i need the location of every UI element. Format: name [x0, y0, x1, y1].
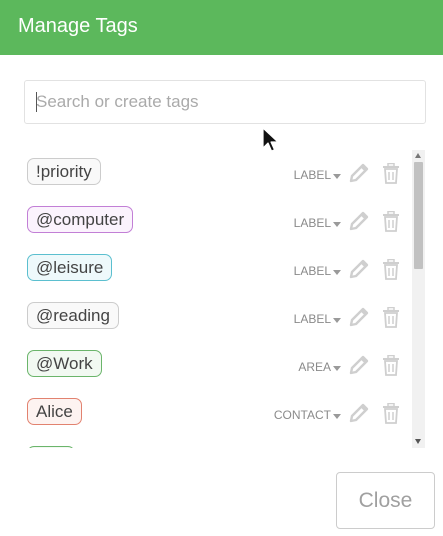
caret-down-icon[interactable]: [333, 222, 341, 227]
tag-row: Alice CONTACT: [24, 390, 412, 438]
tag-type-dropdown[interactable]: LABEL: [294, 312, 331, 326]
trash-icon[interactable]: [382, 211, 400, 232]
pencil-icon[interactable]: [349, 259, 369, 279]
close-button[interactable]: Close: [336, 472, 435, 529]
scroll-up-arrow-icon[interactable]: [415, 153, 421, 158]
tag-chip[interactable]: @Work: [27, 350, 102, 377]
trash-icon[interactable]: [382, 259, 400, 280]
tag-row: @leisure LABEL: [24, 246, 412, 294]
pencil-icon[interactable]: [349, 163, 369, 183]
tag-type-dropdown[interactable]: LABEL: [294, 264, 331, 278]
tag-chip[interactable]: @leisure: [27, 254, 113, 281]
scroll-down-arrow-icon[interactable]: [415, 439, 421, 444]
dialog-header: Manage Tags: [0, 0, 443, 55]
tag-list: !priority LABEL @computer LABEL @leisure…: [24, 150, 412, 448]
caret-down-icon[interactable]: [333, 270, 341, 275]
mouse-pointer-icon: [262, 127, 279, 152]
tag-row: @reading LABEL: [24, 294, 412, 342]
trash-icon[interactable]: [382, 355, 400, 376]
tag-row: !priority LABEL: [24, 150, 412, 198]
scrollbar-thumb[interactable]: [414, 162, 423, 269]
tag-type-dropdown[interactable]: LABEL: [294, 216, 331, 230]
tag-type-dropdown[interactable]: CONTACT: [274, 408, 331, 422]
tag-chip[interactable]: @computer: [27, 206, 134, 233]
dialog-title: Manage Tags: [18, 15, 138, 37]
tag-chip[interactable]: [27, 446, 75, 448]
trash-icon[interactable]: [382, 403, 400, 424]
tag-type-dropdown[interactable]: AREA: [298, 360, 331, 374]
tag-chip[interactable]: !priority: [27, 158, 101, 185]
tag-row: @Work AREA: [24, 342, 412, 390]
pencil-icon[interactable]: [349, 307, 369, 327]
tag-chip[interactable]: @reading: [27, 302, 119, 329]
text-caret: [36, 92, 37, 112]
pencil-icon[interactable]: [349, 403, 369, 423]
tag-row: @computer LABEL: [24, 198, 412, 246]
caret-down-icon[interactable]: [333, 174, 341, 179]
tag-search-input[interactable]: [24, 80, 426, 124]
tag-chip[interactable]: Alice: [27, 398, 82, 425]
caret-down-icon[interactable]: [333, 318, 341, 323]
caret-down-icon[interactable]: [333, 414, 341, 419]
caret-down-icon[interactable]: [333, 366, 341, 371]
pencil-icon[interactable]: [349, 211, 369, 231]
scrollbar[interactable]: [412, 150, 425, 448]
tag-type-dropdown[interactable]: LABEL: [294, 168, 331, 182]
trash-icon[interactable]: [382, 163, 400, 184]
tag-row-partial: [24, 438, 412, 448]
trash-icon[interactable]: [382, 307, 400, 328]
pencil-icon[interactable]: [349, 355, 369, 375]
